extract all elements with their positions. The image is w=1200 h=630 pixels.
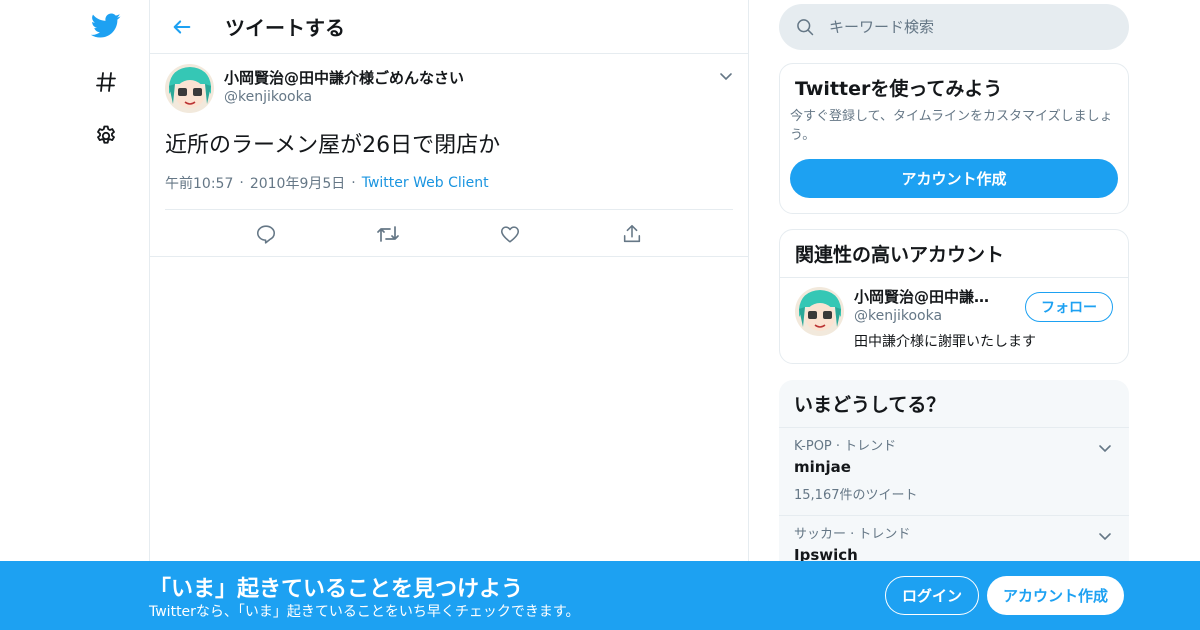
search-input[interactable] [829, 18, 1089, 36]
related-accounts-card: 関連性の高いアカウント 小岡賢治@田中謙… @kenjikooka 田中謙介様に… [779, 229, 1129, 364]
retweet-icon [377, 225, 399, 242]
signup-card-description: 今すぐ登録して、タイムラインをカスタマイズしましょう。 [790, 109, 1113, 143]
banner-create-account-button[interactable]: アカウント作成 [987, 576, 1125, 615]
related-account-name: 小岡賢治@田中謙… [854, 288, 990, 306]
retweet-button[interactable] [371, 217, 405, 251]
reply-icon [256, 224, 276, 244]
avatar-image [165, 64, 214, 113]
trends-title: いまどうしてる？ [779, 380, 1129, 428]
avatar[interactable] [165, 64, 214, 113]
signup-card-title: Twitterを使ってみよう [795, 78, 1003, 100]
twitter-logo[interactable] [86, 6, 126, 46]
related-account[interactable]: 小岡賢治@田中謙… @kenjikooka 田中謙介様に謝罪いたします フォロー [780, 278, 1128, 363]
trend-name: minjae [794, 458, 851, 476]
chevron-down-icon [1099, 445, 1111, 453]
chevron-down-icon [1099, 533, 1111, 541]
tweet-actions [165, 209, 733, 257]
page-header: ツイートする [150, 0, 748, 54]
banner-subtitle: Twitterなら、「いま」起きていることをいち早くチェックできます。 [149, 604, 580, 620]
tweet-menu-button[interactable] [718, 68, 734, 88]
related-account-bio: 田中謙介様に謝罪いたします [854, 334, 1036, 350]
like-button[interactable] [493, 217, 527, 251]
separator-dot: · [239, 175, 244, 191]
gear-icon [97, 125, 115, 144]
login-button[interactable]: ログイン [885, 576, 980, 615]
search-icon [797, 19, 814, 36]
page-title: ツイートする [225, 16, 345, 40]
tweet-author[interactable]: 小岡賢治@田中謙介様ごめんなさい @kenjikooka [165, 64, 733, 113]
back-button[interactable] [162, 7, 202, 47]
trend-menu-button[interactable] [1097, 528, 1113, 548]
reply-button[interactable] [249, 217, 283, 251]
search-box[interactable] [779, 4, 1129, 50]
follow-button[interactable]: フォロー [1025, 292, 1113, 322]
tweet-display-name: 小岡賢治@田中謙介様ごめんなさい [224, 69, 465, 87]
signup-banner: 「いま」起きていることを見つけよう Twitterなら、「いま」起きていることを… [0, 561, 1200, 630]
tweet-date[interactable]: 2010年9月5日 [250, 173, 345, 193]
arrow-left-icon [173, 19, 191, 34]
trend-meta: サッカー · トレンド [794, 527, 911, 542]
related-accounts-title: 関連性の高いアカウント [780, 230, 1128, 278]
tweet: 小岡賢治@田中謙介様ごめんなさい @kenjikooka 近所のラーメン屋が26… [150, 54, 748, 257]
avatar[interactable] [795, 287, 844, 336]
trends-card: いまどうしてる？ K-POP · トレンド minjae 15,167件のツイー… [779, 380, 1129, 585]
main-column: ツイートする 小岡賢治@田中謙介様ごめんなさい @kenjikooka 近所のラ… [149, 0, 749, 630]
tweet-handle: @kenjikooka [224, 89, 313, 105]
explore-nav[interactable] [86, 62, 126, 102]
banner-title: 「いま」起きていることを見つけよう [149, 577, 524, 602]
left-nav [0, 0, 150, 630]
settings-nav[interactable] [86, 116, 126, 156]
tweet-meta: 午前10:57 · 2010年9月5日 · Twitter Web Client [165, 173, 733, 193]
signup-card: Twitterを使ってみよう 今すぐ登録して、タイムラインをカスタマイズしましょ… [779, 63, 1129, 214]
chevron-down-icon [720, 73, 732, 81]
trend-item[interactable]: K-POP · トレンド minjae 15,167件のツイート [779, 428, 1129, 516]
related-account-handle: @kenjikooka [854, 308, 943, 324]
share-button[interactable] [615, 217, 649, 251]
separator-dot: · [351, 175, 356, 191]
heart-icon [500, 225, 520, 243]
tweet-text: 近所のラーメン屋が26日で閉店か [165, 133, 501, 158]
share-icon [623, 224, 641, 242]
trend-menu-button[interactable] [1097, 440, 1113, 460]
hashtag-icon [96, 72, 116, 92]
tweet-source-link[interactable]: Twitter Web Client [362, 175, 489, 191]
right-sidebar: Twitterを使ってみよう 今すぐ登録して、タイムラインをカスタマイズしましょ… [779, 0, 1129, 585]
create-account-button[interactable]: アカウント作成 [790, 159, 1118, 198]
trend-count: 15,167件のツイート [794, 488, 918, 503]
trend-meta: K-POP · トレンド [794, 439, 897, 454]
twitter-bird-icon [91, 13, 121, 38]
avatar-image [795, 287, 844, 336]
tweet-time[interactable]: 午前10:57 [165, 173, 233, 193]
